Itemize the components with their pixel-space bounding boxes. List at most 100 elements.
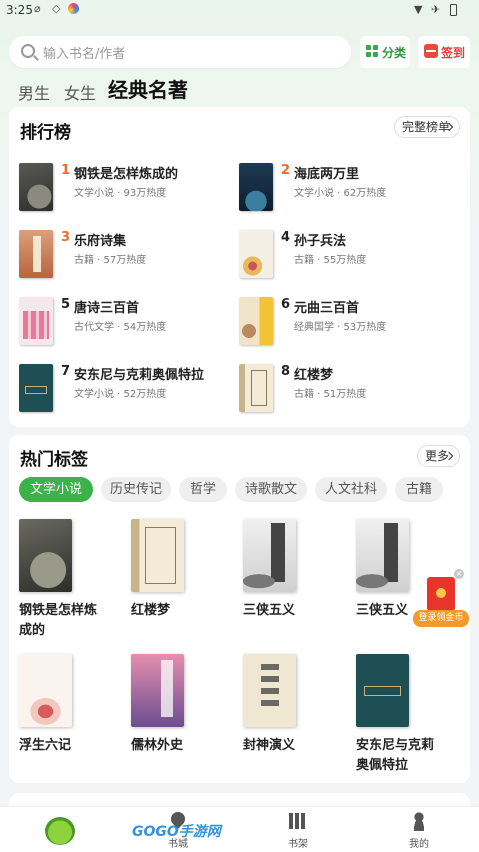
book-cover xyxy=(243,519,296,592)
book-title: 钢铁是怎样炼成的 xyxy=(19,603,98,638)
login-reward-promo[interactable]: × 登录领金币 xyxy=(413,569,469,628)
book-title: 元曲三百首 xyxy=(294,301,360,316)
ranking-item[interactable]: 5 唐诗三百首 古代文学 · 54万热度 xyxy=(19,297,234,347)
book-cover xyxy=(239,230,273,278)
ranking-title: 排行榜 xyxy=(20,123,71,143)
nfc-icon: ⌀ xyxy=(34,2,41,15)
status-bar: 3:25 ⌀ ◇ ▼ ✈ xyxy=(0,0,479,22)
book-meta: 文学小说 · 62万热度 xyxy=(294,188,387,199)
cube-icon: ◇ xyxy=(52,2,61,15)
book-title: 封神演义 xyxy=(243,738,296,753)
full-ranking-button[interactable]: 完整榜单 xyxy=(394,116,460,138)
book-title: 儒林外史 xyxy=(131,738,184,753)
book-meta: 古代文学 · 54万热度 xyxy=(74,322,167,333)
book-cover xyxy=(239,364,273,412)
book-cover xyxy=(239,297,273,345)
book-cover xyxy=(19,519,72,592)
full-ranking-label: 完整榜单 xyxy=(402,120,451,134)
wifi-icon: ▼ xyxy=(414,3,423,16)
ranking-item[interactable]: 8 红楼梦 古籍 · 51万热度 xyxy=(239,364,454,414)
nav-profile-label: 我的 xyxy=(409,839,429,850)
rank-number: 3 xyxy=(61,230,71,245)
book-title: 唐诗三百首 xyxy=(74,301,140,316)
book-cover xyxy=(243,654,296,727)
tab-female[interactable]: 女生 xyxy=(64,80,96,104)
more-tags-button[interactable]: 更多 xyxy=(417,445,460,467)
gift-icon xyxy=(424,44,438,58)
book-title: 钢铁是怎样炼成的 xyxy=(74,167,179,182)
rank-number: 5 xyxy=(61,297,71,312)
search-placeholder: 输入书名/作者 xyxy=(43,47,126,62)
signin-button-label: 签到 xyxy=(441,46,466,60)
tag-literature[interactable]: 文学小说 xyxy=(19,477,93,502)
nav-bookshelf[interactable]: 书架 xyxy=(268,807,328,852)
battery-icon xyxy=(450,4,457,16)
app-mascot-icon xyxy=(45,817,75,845)
ranking-item[interactable]: 1 钢铁是怎样炼成的 文学小说 · 93万热度 xyxy=(19,163,234,213)
ranking-item[interactable]: 3 乐府诗集 古籍 · 57万热度 xyxy=(19,230,234,280)
red-envelope-icon xyxy=(427,577,455,611)
book-title: 孙子兵法 xyxy=(294,234,347,249)
nav-home[interactable] xyxy=(30,807,90,852)
airplane-icon: ✈ xyxy=(431,3,441,16)
tab-classics[interactable]: 经典名著 xyxy=(108,74,188,103)
tag-philosophy[interactable]: 哲学 xyxy=(179,477,227,502)
book-title: 三侠五义 xyxy=(243,603,296,618)
app-notification-icon xyxy=(68,3,79,14)
book-meta: 古籍 · 51万热度 xyxy=(294,389,367,400)
tab-male[interactable]: 男生 xyxy=(18,80,50,104)
nav-bookshelf-label: 书架 xyxy=(288,839,308,850)
category-grid-icon xyxy=(366,45,379,58)
book-cover xyxy=(131,654,184,727)
close-icon[interactable]: × xyxy=(454,569,464,579)
ranking-item[interactable]: 4 孙子兵法 古籍 · 55万热度 xyxy=(239,230,454,280)
book-cover xyxy=(239,163,273,211)
bottom-nav: 书城 书架 我的 GOGO手游网 xyxy=(0,806,479,852)
book-cover xyxy=(19,364,53,412)
book-cover xyxy=(19,297,53,345)
signin-button[interactable]: 签到 xyxy=(418,36,470,68)
book-cover xyxy=(19,230,53,278)
rank-number: 1 xyxy=(61,163,71,178)
book-cover xyxy=(19,654,72,727)
book-title: 安东尼与克莉奥佩特拉 xyxy=(74,368,205,383)
hot-tags-title: 热门标签 xyxy=(20,450,88,470)
search-icon xyxy=(21,44,35,58)
rank-number: 4 xyxy=(281,230,291,245)
rank-number: 8 xyxy=(281,364,291,379)
book-meta: 文学小说 · 93万热度 xyxy=(74,188,167,199)
bookshelf-icon xyxy=(289,813,307,829)
status-time: 3:25 xyxy=(6,3,33,17)
tag-poetry[interactable]: 诗歌散文 xyxy=(235,477,307,502)
rank-number: 2 xyxy=(281,163,291,178)
category-button[interactable]: 分类 xyxy=(360,36,410,68)
tag-humanities[interactable]: 人文社科 xyxy=(315,477,387,502)
rank-number: 6 xyxy=(281,297,291,312)
profile-icon xyxy=(411,811,427,831)
tag-history[interactable]: 历史传记 xyxy=(101,477,171,502)
book-title: 乐府诗集 xyxy=(74,234,127,249)
book-cover xyxy=(19,163,53,211)
book-meta: 经典国学 · 53万热度 xyxy=(294,322,387,333)
book-cover xyxy=(356,519,409,592)
book-title: 红楼梦 xyxy=(294,368,334,383)
book-meta: 文学小说 · 52万热度 xyxy=(74,389,167,400)
book-meta: 古籍 · 55万热度 xyxy=(294,255,367,266)
ranking-item[interactable]: 7 安东尼与克莉奥佩特拉 文学小说 · 52万热度 xyxy=(19,364,234,414)
book-cover xyxy=(356,654,409,727)
category-button-label: 分类 xyxy=(382,46,407,60)
book-meta: 古籍 · 57万热度 xyxy=(74,255,147,266)
ranking-card: 排行榜 完整榜单 1 钢铁是怎样炼成的 文学小说 · 93万热度 2 海底两万里… xyxy=(9,107,470,427)
book-title: 海底两万里 xyxy=(294,167,360,182)
tag-ancient[interactable]: 古籍 xyxy=(395,477,443,502)
book-cover xyxy=(131,519,184,592)
book-title: 安东尼与克莉奥佩特拉 xyxy=(356,738,435,773)
ranking-item[interactable]: 2 海底两万里 文学小说 · 62万热度 xyxy=(239,163,454,213)
ranking-item[interactable]: 6 元曲三百首 经典国学 · 53万热度 xyxy=(239,297,454,347)
nav-profile[interactable]: 我的 xyxy=(389,807,449,852)
book-title: 浮生六记 xyxy=(19,738,72,753)
promo-label: 登录领金币 xyxy=(413,610,469,627)
search-bar[interactable]: 输入书名/作者 xyxy=(9,36,351,68)
book-title: 红楼梦 xyxy=(131,603,171,618)
rank-number: 7 xyxy=(61,364,71,379)
